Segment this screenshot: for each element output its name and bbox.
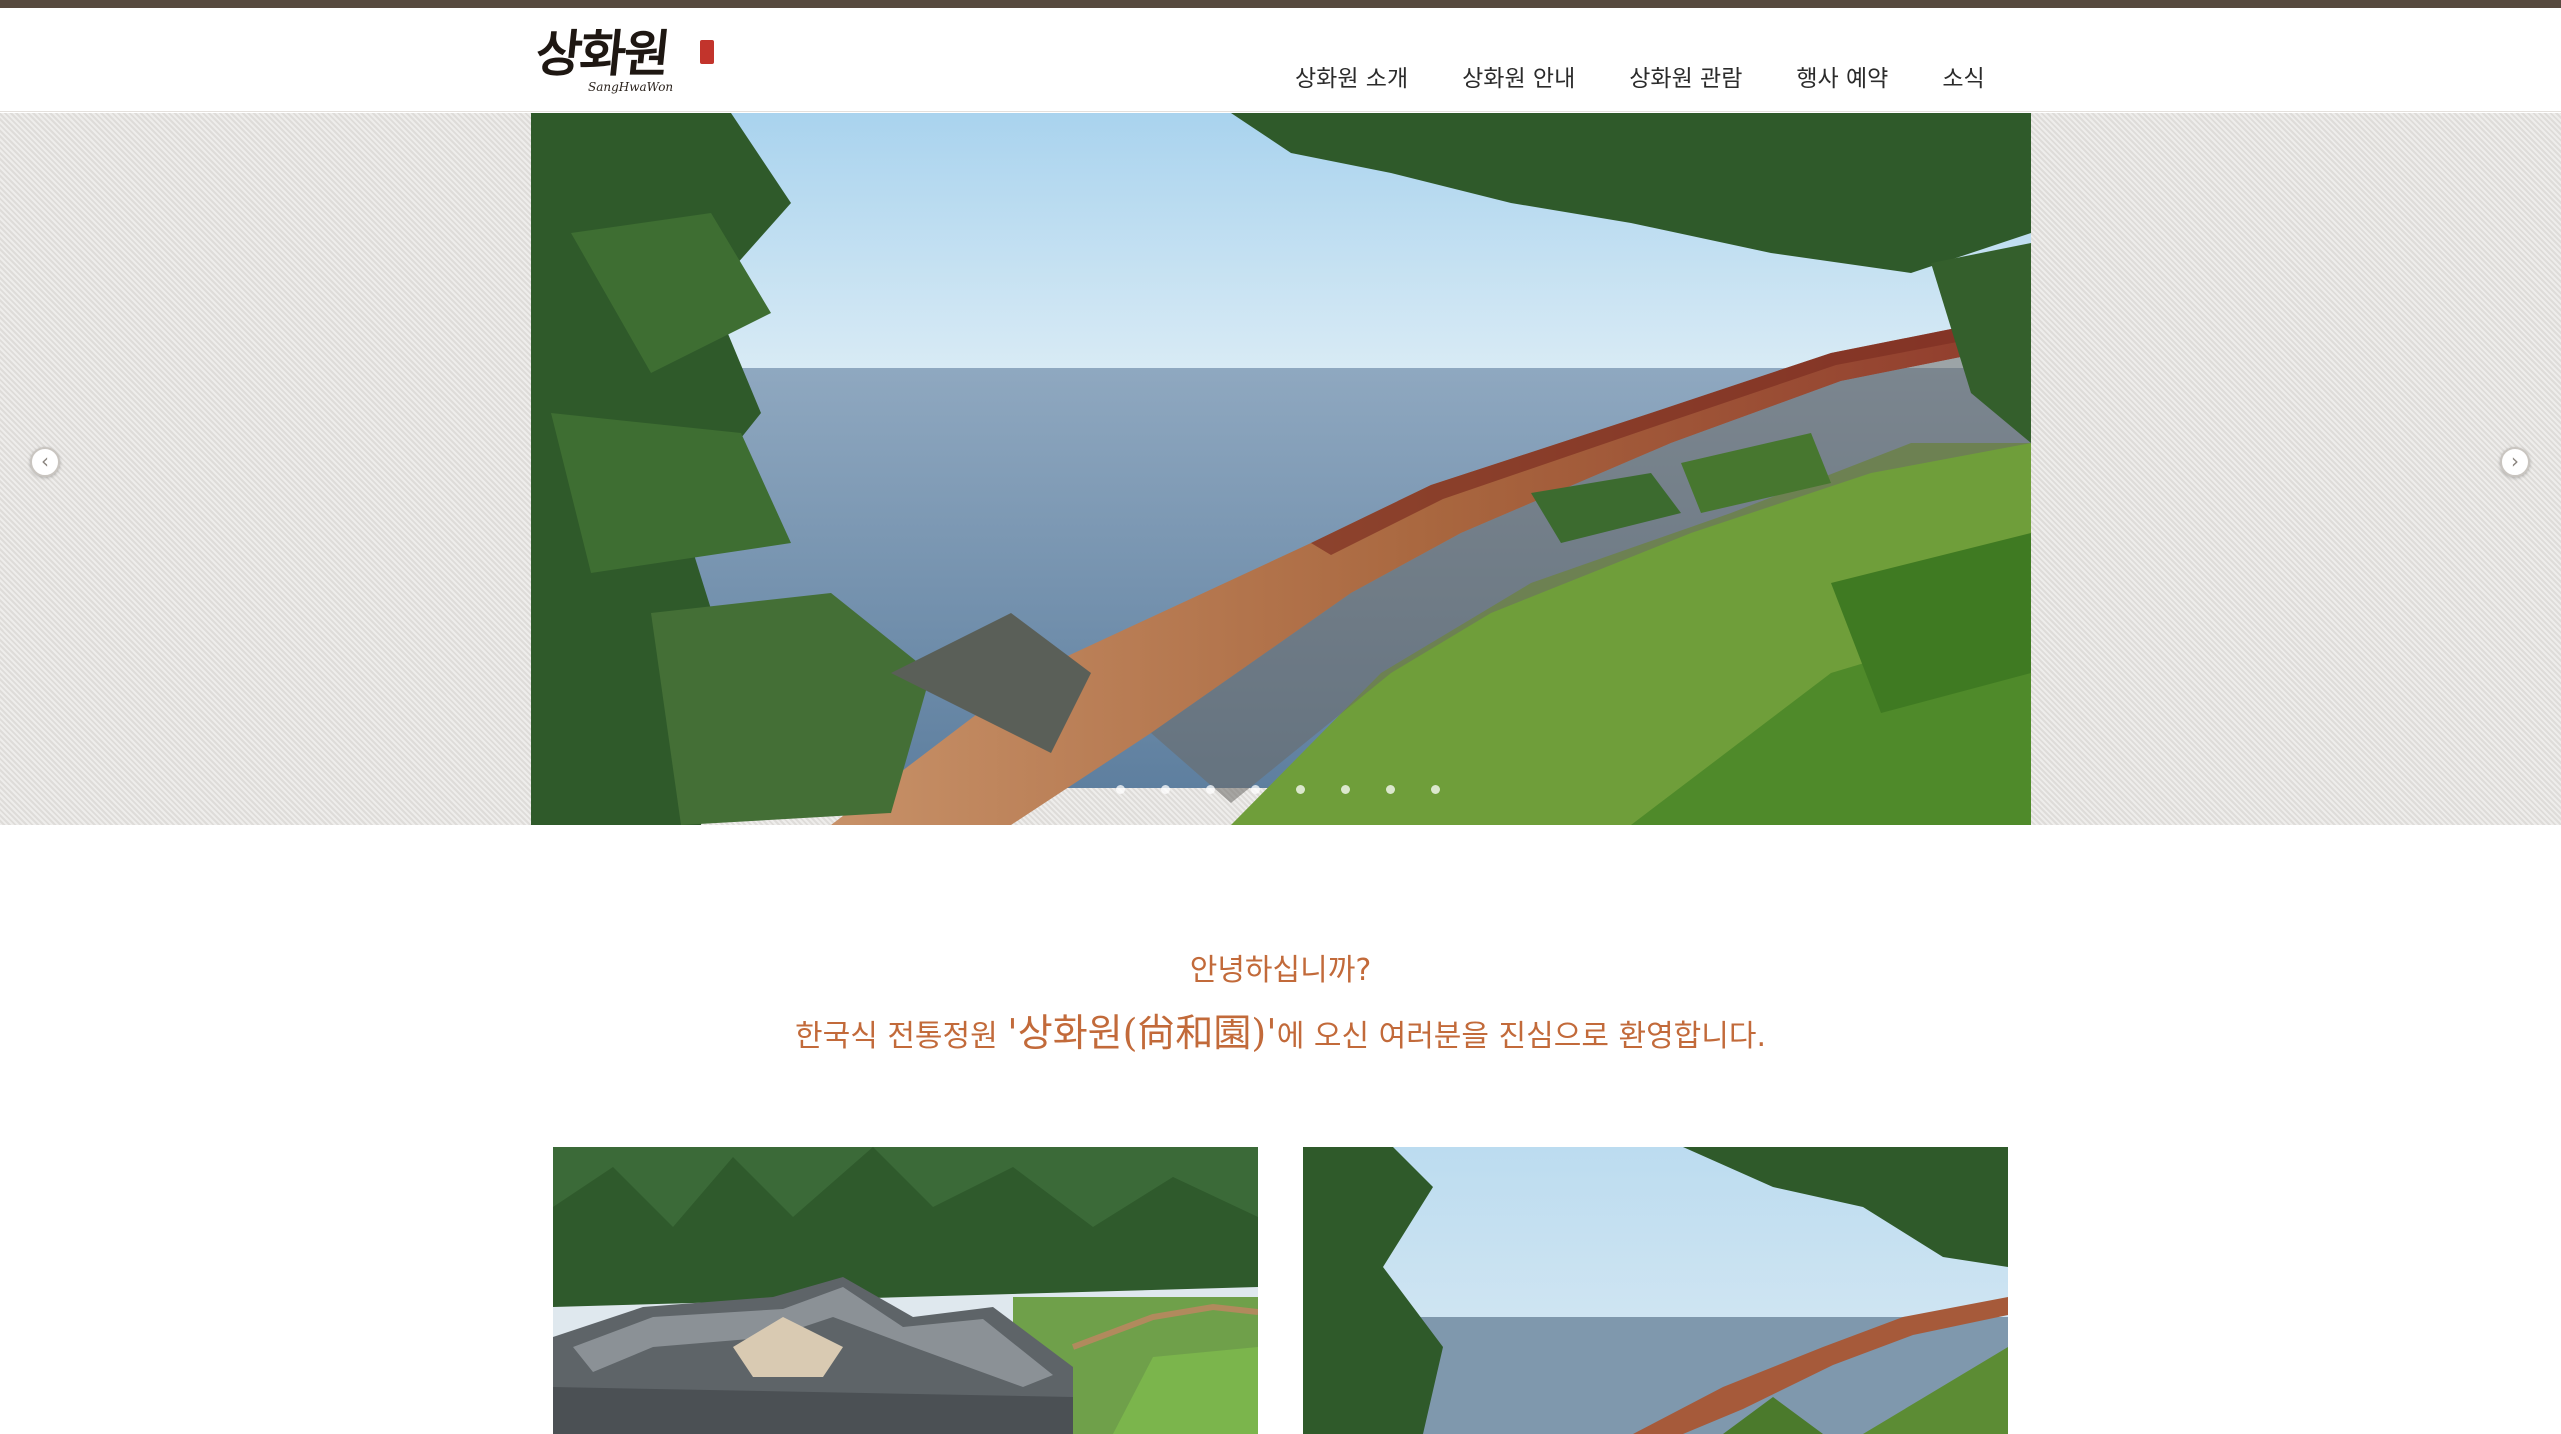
- chevron-left-icon: ‹: [41, 449, 49, 473]
- feature-card-corridor[interactable]: [1303, 1147, 2008, 1434]
- slider-dot[interactable]: [1206, 785, 1215, 794]
- slider-dot[interactable]: [1386, 785, 1395, 794]
- welcome-message: 한국식 전통정원 '상화원(尙和園)'에 오신 여러분을 진심으로 환영합니다.: [0, 1006, 2561, 1064]
- nav-item-intro[interactable]: 상화원 소개: [1268, 60, 1435, 98]
- logo-seal-icon: [700, 40, 714, 64]
- main-nav: 상화원 소개 상화원 안내 상화원 관람 행사 예약 소식: [1268, 60, 2012, 98]
- site-header: 상화원 SangHwaWon 상화원 소개 상화원 안내 상화원 관람 행사 예…: [0, 8, 2561, 112]
- logo-text: 상화원: [532, 24, 672, 83]
- hanok-roof-photo: [553, 1147, 1258, 1434]
- welcome-greeting: 안녕하십니까?: [1189, 953, 1372, 988]
- nav-item-tour[interactable]: 상화원 관람: [1602, 60, 1769, 98]
- chevron-right-icon: ›: [2511, 449, 2519, 473]
- welcome-text-after: 에 오신 여러분을 진심으로 환영합니다.: [1276, 1019, 1766, 1054]
- welcome-text-before: 한국식 전통정원: [795, 1019, 1008, 1054]
- feature-card-hanok[interactable]: [553, 1147, 1258, 1434]
- slider-pagination: [1116, 785, 1440, 794]
- slider-dot[interactable]: [1116, 785, 1125, 794]
- nav-item-guide[interactable]: 상화원 안내: [1435, 60, 1602, 98]
- hero-landscape-illustration: [531, 113, 2031, 825]
- slider-dot[interactable]: [1161, 785, 1170, 794]
- slider-dot[interactable]: [1341, 785, 1350, 794]
- slider-dot[interactable]: [1296, 785, 1305, 794]
- logo-subtitle: SangHwaWon: [588, 80, 674, 94]
- site-logo[interactable]: 상화원 SangHwaWon: [532, 24, 716, 104]
- hero-slide-image: [531, 113, 2031, 825]
- slider-next-button[interactable]: ›: [2500, 447, 2530, 477]
- nav-item-reservation[interactable]: 행사 예약: [1769, 60, 1915, 98]
- slider-dot[interactable]: [1431, 785, 1440, 794]
- slider-dot-active[interactable]: [1251, 785, 1260, 794]
- top-accent-bar: [0, 0, 2561, 8]
- welcome-garden-name: '상화원(尙和園)': [1007, 1011, 1277, 1055]
- corridor-sea-photo: [1303, 1147, 2008, 1434]
- nav-item-news[interactable]: 소식: [1915, 60, 2011, 98]
- slider-prev-button[interactable]: ‹: [30, 447, 60, 477]
